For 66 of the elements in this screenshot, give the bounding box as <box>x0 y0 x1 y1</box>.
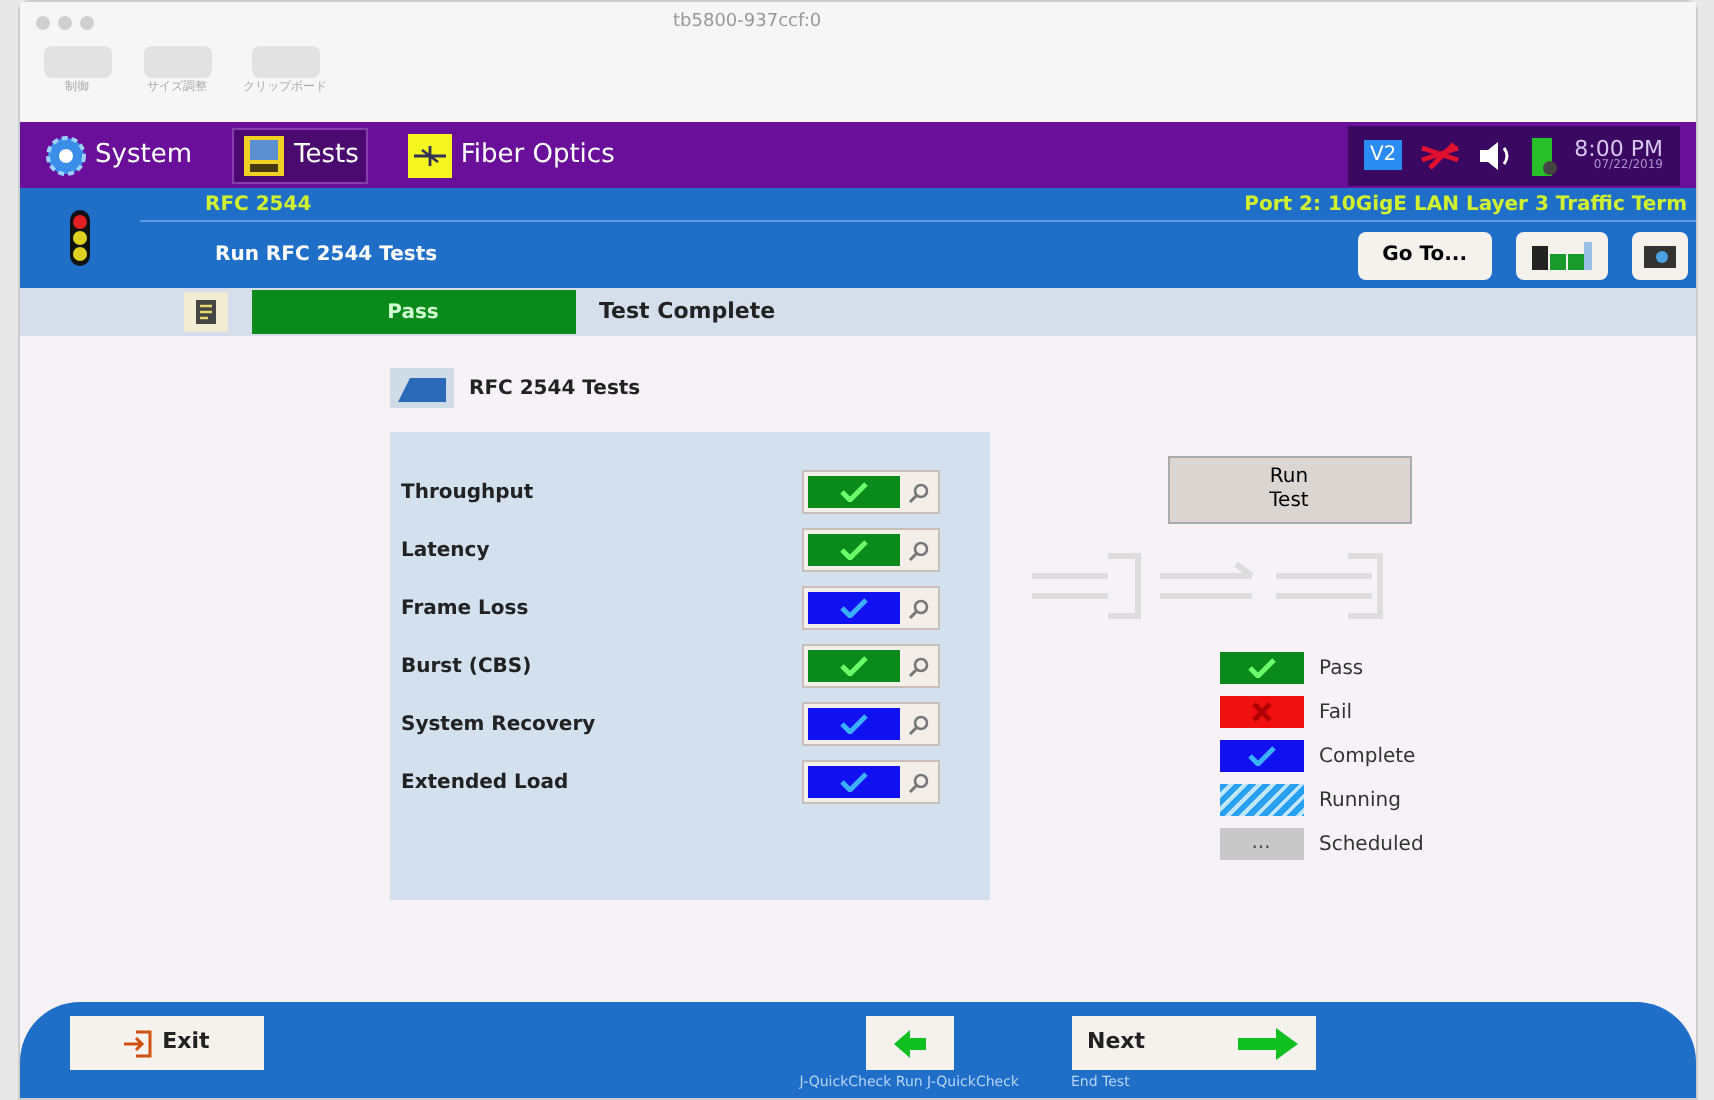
check-icon <box>839 598 867 618</box>
check-icon <box>839 482 867 502</box>
magnifier-icon[interactable] <box>907 713 929 735</box>
test-result-button[interactable] <box>801 702 939 746</box>
next-button[interactable]: Next <box>1071 1016 1315 1070</box>
status-message: Test Complete <box>599 295 776 328</box>
test-result-button[interactable] <box>801 528 939 572</box>
check-icon <box>839 656 867 676</box>
test-name: RFC 2544 <box>205 191 312 219</box>
status-badge: V2 <box>1363 140 1403 170</box>
bar-graph-icon <box>1531 241 1591 269</box>
magnifier-icon[interactable] <box>907 597 929 619</box>
test-result-button[interactable] <box>801 586 939 630</box>
window-title: tb5800-937ccf:0 <box>673 10 822 36</box>
gear-icon <box>43 133 87 177</box>
test-label: Extended Load <box>401 769 571 797</box>
document-icon <box>195 300 215 324</box>
run-test-button[interactable]: Run Test <box>1167 456 1411 524</box>
magnifier-icon[interactable] <box>907 481 929 503</box>
status-swatch: ... <box>1219 828 1303 860</box>
test-label: Throughput <box>401 479 536 507</box>
port-label: Port 2: 10GigE LAN Layer 3 Traffic Term <box>1244 191 1687 219</box>
check-icon <box>1247 746 1275 766</box>
test-label: Latency <box>401 537 492 565</box>
magnifier-icon[interactable] <box>907 771 929 793</box>
exit-icon <box>122 1027 155 1059</box>
test-label: System Recovery <box>401 711 598 739</box>
cross-icon <box>1251 702 1271 722</box>
test-label: Frame Loss <box>401 595 531 623</box>
go-to-button[interactable]: Go To... <box>1358 231 1491 279</box>
magnifier-icon[interactable] <box>907 655 929 677</box>
left-arrow-icon <box>891 1027 928 1059</box>
legend-label: Scheduled <box>1319 831 1424 859</box>
legend-label: Complete <box>1319 743 1416 771</box>
test-result-button[interactable] <box>801 470 939 514</box>
report-button[interactable] <box>183 292 227 332</box>
legend-label: Running <box>1319 787 1401 815</box>
traffic-light-icon <box>67 210 91 266</box>
monitor-icon <box>241 133 286 177</box>
check-icon <box>1247 658 1275 678</box>
check-icon <box>839 772 867 792</box>
test-subtitle: Run RFC 2544 Tests <box>215 242 438 270</box>
no-signal-icon <box>1418 139 1463 171</box>
menu-tab[interactable]: System <box>35 127 200 183</box>
clock-time: 8:00 PM <box>1574 138 1663 160</box>
legend-label: Fail <box>1319 699 1353 727</box>
menu-tab[interactable]: Fiber Optics <box>400 127 623 183</box>
magnifier-icon[interactable] <box>907 539 929 561</box>
logo-icon <box>389 368 453 408</box>
camera-icon <box>1643 242 1675 268</box>
check-icon <box>839 714 867 734</box>
camera-button[interactable] <box>1631 231 1687 279</box>
menu-tab[interactable]: Tests <box>231 127 369 183</box>
result-banner: Pass <box>251 290 575 334</box>
right-arrow-icon <box>1235 1025 1299 1061</box>
exit-button[interactable]: Exit <box>69 1016 263 1070</box>
legend-label: Pass <box>1319 655 1364 683</box>
test-result-button[interactable] <box>801 760 939 804</box>
panel-title: RFC 2544 Tests <box>469 375 641 403</box>
fiber-icon <box>408 133 453 177</box>
back-button[interactable] <box>865 1016 954 1070</box>
layout-button[interactable] <box>1515 231 1607 279</box>
test-result-button[interactable] <box>801 644 939 688</box>
battery-icon <box>1530 133 1559 177</box>
test-label: Burst (CBS) <box>401 653 534 681</box>
check-icon <box>839 540 867 560</box>
